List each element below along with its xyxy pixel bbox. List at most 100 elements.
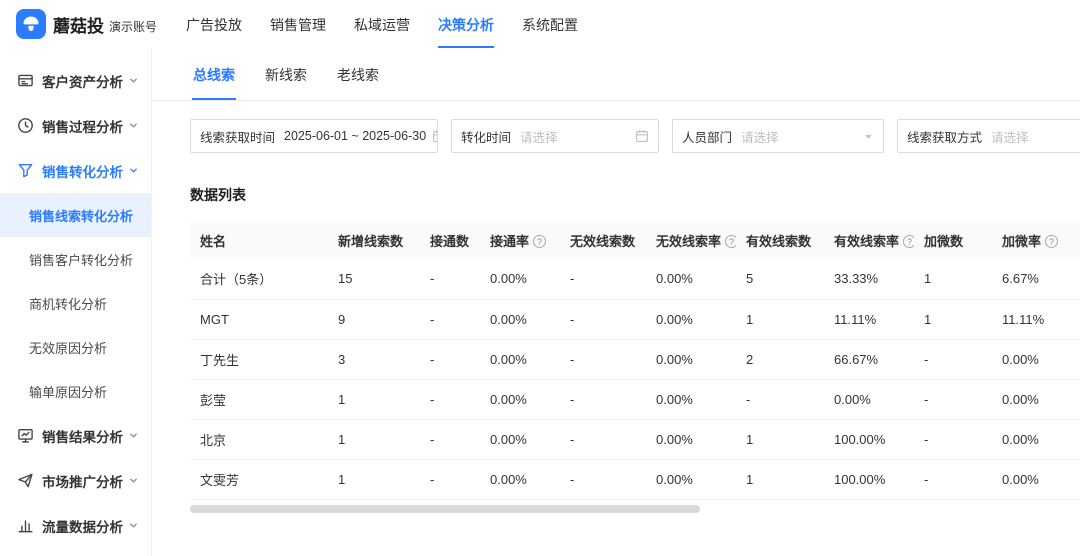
column-label: 无效线索数 xyxy=(570,233,636,249)
table-cell: 11.11% xyxy=(824,299,914,340)
column-header-6: 无效线索率? xyxy=(646,221,736,259)
conversion-icon xyxy=(17,162,34,179)
table-cell: 0.00% xyxy=(480,459,560,500)
nav-item-2[interactable]: 销售管理 xyxy=(270,0,326,48)
nav-item-5[interactable]: 系统配置 xyxy=(522,0,578,48)
sidebar-item-traffic[interactable]: 流量数据分析 xyxy=(0,503,151,548)
table-cell: 15 xyxy=(328,259,420,300)
filter-value: 2025-06-01 ~ 2025-06-30 xyxy=(284,129,427,143)
table-cell: - xyxy=(420,339,480,380)
filter-label: 线索获取方式 xyxy=(907,130,983,145)
process-icon xyxy=(17,117,34,134)
table-header-row: 姓名 新增线索数 接通数 接通率? 无效线索数 无效线索率? 有效线索数 有效线索率? 加微数加… xyxy=(190,221,1080,259)
filter-lead-source[interactable]: 线索获取方式 请选择 xyxy=(897,119,1080,153)
filter-department[interactable]: 人员部门 请选择 xyxy=(672,119,884,153)
table-cell: 0.00% xyxy=(480,299,560,340)
nav-item-1[interactable]: 广告投放 xyxy=(186,0,242,48)
table-cell: 0.00% xyxy=(480,419,560,460)
table-cell: - xyxy=(420,259,480,300)
table-cell: 9 xyxy=(328,299,420,340)
sidebar-subitem[interactable]: 输单原因分析 xyxy=(0,369,151,413)
sidebar-item-label: 流量数据分析 xyxy=(42,519,123,535)
column-header-3: 接通数 xyxy=(420,221,480,259)
sidebar-item-promotion[interactable]: 市场推广分析 xyxy=(0,458,151,503)
column-header-10: 加微率? xyxy=(992,221,1080,259)
asset-icon xyxy=(17,72,34,89)
filter-lead-time-range[interactable]: 线索获取时间 2025-06-01 ~ 2025-06-30 xyxy=(190,119,438,153)
help-icon[interactable]: ? xyxy=(533,235,547,248)
tab-3[interactable]: 老线索 xyxy=(336,48,380,100)
sidebar-subitem[interactable]: 无效原因分析 xyxy=(0,325,151,369)
table-cell: 1 xyxy=(328,459,420,500)
sidebar-item-process[interactable]: 销售过程分析 xyxy=(0,103,151,148)
table-row-5: 北京 1-0.00% -0.00% 1 100.00% -0.00% xyxy=(190,419,1080,460)
column-label: 有效线索数 xyxy=(746,233,812,249)
sidebar-subitem[interactable]: 商机转化分析 xyxy=(0,281,151,325)
filter-label: 人员部门 xyxy=(682,130,733,145)
sidebar-item-label: 销售转化分析 xyxy=(42,164,123,180)
table-row-6: 文雯芳 1-0.00% -0.00% 1 100.00% -0.00% xyxy=(190,459,1080,500)
column-label: 新增线索数 xyxy=(338,233,404,249)
brand-account-label: 演示账号 xyxy=(109,20,158,34)
help-icon[interactable]: ? xyxy=(725,235,736,248)
mushroom-icon xyxy=(23,16,39,31)
table-cell: - xyxy=(420,419,480,460)
nav-item-4[interactable]: 决策分析 xyxy=(438,0,494,48)
sidebar-item-conversion[interactable]: 销售转化分析 xyxy=(0,148,151,193)
traffic-icon xyxy=(17,517,34,534)
column-label: 姓名 xyxy=(200,233,227,249)
sidebar-subitem[interactable]: 销售线索转化分析 xyxy=(0,193,151,237)
table-row-4: 彭莹 1-0.00% -0.00% -0.00% -0.00% xyxy=(190,379,1080,420)
scrollbar-thumb[interactable] xyxy=(190,504,700,513)
column-header-8: 有效线索率? xyxy=(824,221,914,259)
sidebar-item-label: 销售结果分析 xyxy=(42,429,123,445)
table-cell: 2 xyxy=(736,339,824,380)
table-cell: 合计（5条） xyxy=(190,259,328,300)
sidebar-item-asset[interactable]: 客户资产分析 xyxy=(0,58,151,103)
column-label: 加微率 xyxy=(1002,233,1042,249)
table-cell: 1 xyxy=(328,379,420,420)
filter-conversion-time[interactable]: 转化时间 请选择 xyxy=(451,119,659,153)
table-cell: MGT xyxy=(190,299,328,340)
tab-1[interactable]: 总线索 xyxy=(192,48,236,100)
main-content: 总线索 新线索 老线索 线索获取时间 2025-06-01 ~ 2025-06-30 转… xyxy=(152,48,1080,556)
table-cell: 33.33% xyxy=(824,259,914,300)
table-cell: - xyxy=(914,459,992,500)
sidebar-subitem[interactable]: 销售客户转化分析 xyxy=(0,237,151,281)
column-label: 有效线索率 xyxy=(834,233,900,249)
table-cell: 1 xyxy=(914,259,992,300)
column-header-7: 有效线索数 xyxy=(736,221,824,259)
table-body: 合计（5条） 15-0.00% -0.00% 5 33.33% 1 6.67% MGT 9-0.… xyxy=(190,259,1080,500)
filter-placeholder: 请选择 xyxy=(741,130,779,145)
filter-label: 线索获取时间 xyxy=(200,130,276,145)
sidebar-item-result[interactable]: 销售结果分析 xyxy=(0,413,151,458)
table-cell: 0.00% xyxy=(824,379,914,420)
table-cell: 0.00% xyxy=(646,419,736,460)
chevron-down-icon xyxy=(129,166,138,175)
filter-placeholder: 请选择 xyxy=(520,130,558,145)
column-header-9: 加微数 xyxy=(914,221,992,259)
table-cell: 5 xyxy=(736,259,824,300)
table-cell: 彭莹 xyxy=(190,379,328,420)
nav-item-3[interactable]: 私域运营 xyxy=(354,0,410,48)
table-cell: 0.00% xyxy=(992,379,1080,420)
table-cell: 1 xyxy=(736,459,824,500)
help-icon[interactable]: ? xyxy=(903,235,914,248)
lead-tabs: 总线索 新线索 老线索 xyxy=(152,48,1080,101)
chevron-down-icon xyxy=(129,76,138,85)
table-cell: 6.67% xyxy=(992,259,1080,300)
table-cell: 0.00% xyxy=(992,459,1080,500)
table-cell: 1 xyxy=(736,419,824,460)
tab-2[interactable]: 新线索 xyxy=(264,48,308,100)
table-cell: - xyxy=(914,419,992,460)
horizontal-scrollbar[interactable] xyxy=(190,504,1080,513)
sidebar: 客户资产分析 销售过程分析销售转化分析销售线索转化分析 销售客户转化分析 商机转化分析… xyxy=(0,48,152,556)
table-cell: 1 xyxy=(736,299,824,340)
help-icon[interactable]: ? xyxy=(1045,235,1059,248)
brand: 蘑菇投 演示账号 xyxy=(16,9,172,39)
table-cell: - xyxy=(420,459,480,500)
filter-bar: 线索获取时间 2025-06-01 ~ 2025-06-30 转化时间 请选择 人员部门… xyxy=(152,101,1080,153)
page-layout: 客户资产分析 销售过程分析销售转化分析销售线索转化分析 销售客户转化分析 商机转化分析… xyxy=(0,48,1080,556)
table-row-1: 合计（5条） 15-0.00% -0.00% 5 33.33% 1 6.67% xyxy=(190,259,1080,300)
column-label: 接通数 xyxy=(430,233,470,249)
